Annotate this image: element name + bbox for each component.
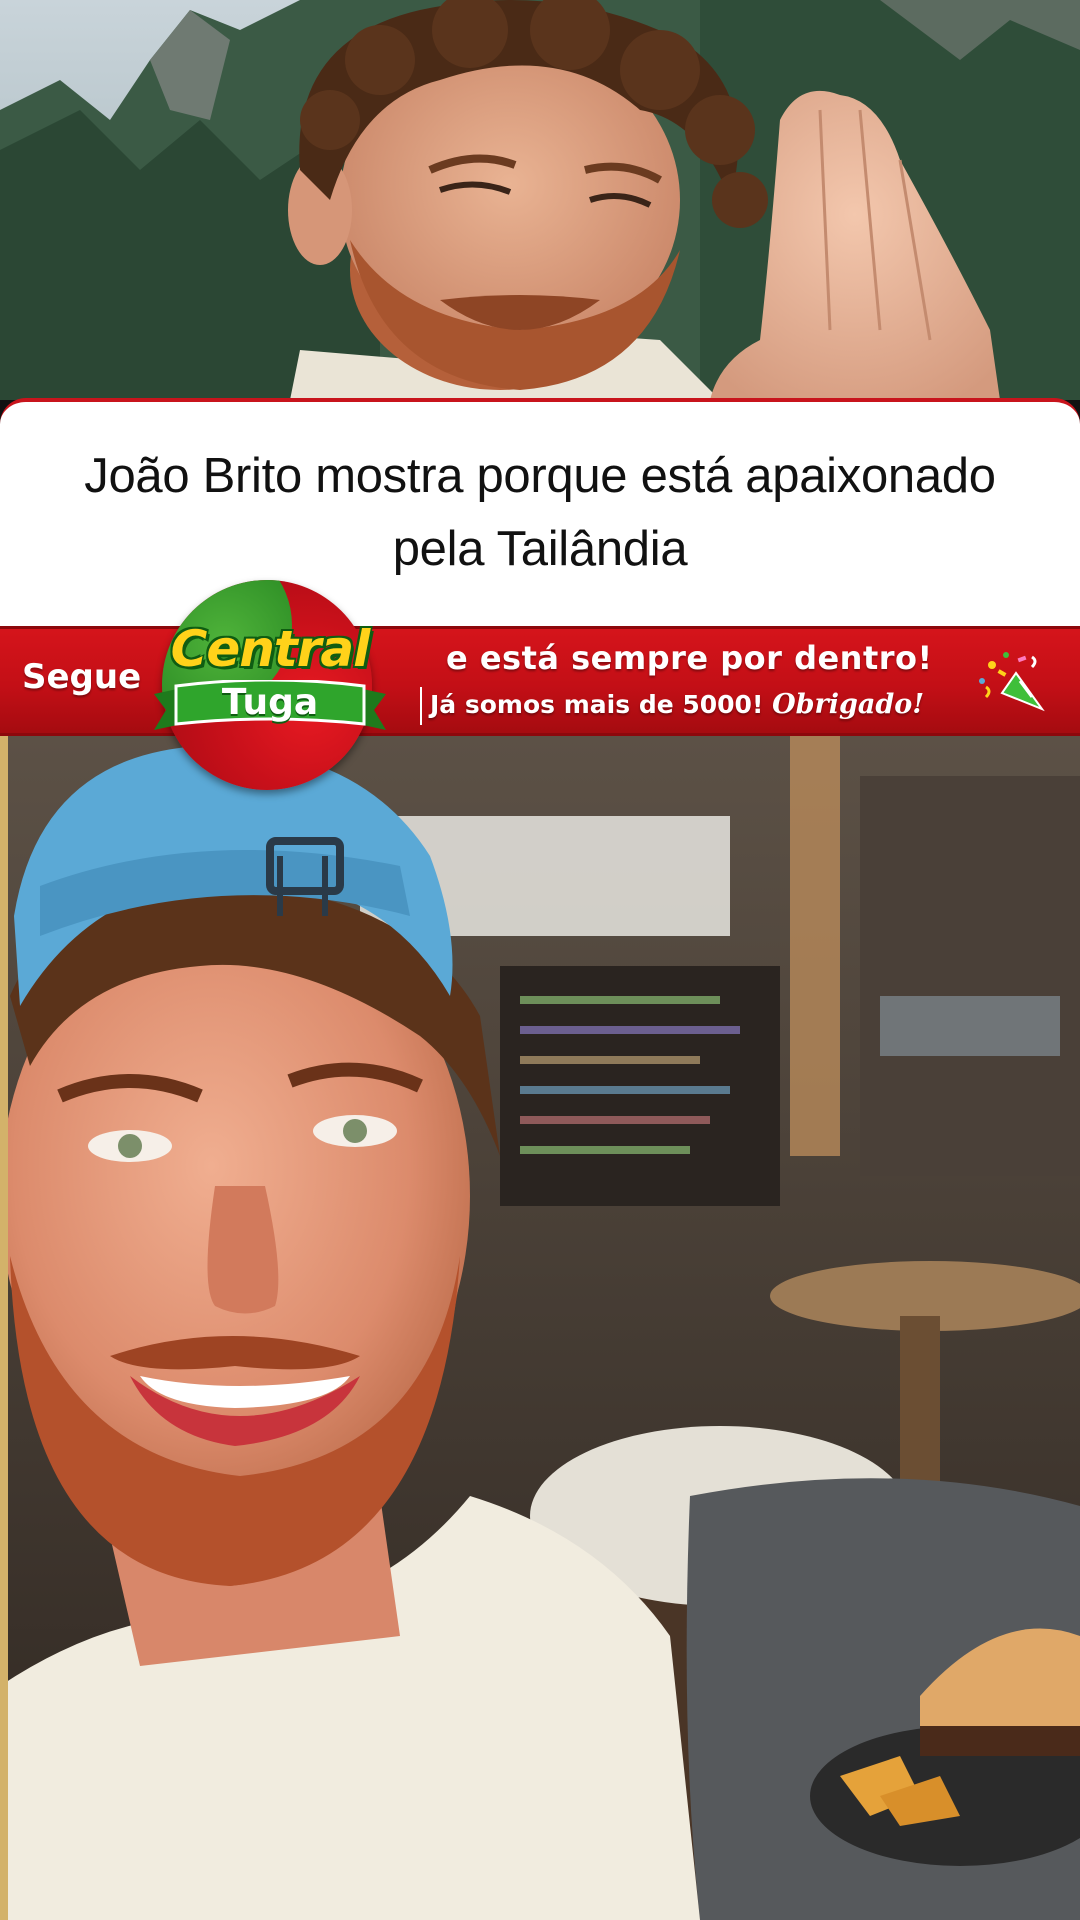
banner-segue-label: Segue: [22, 657, 142, 697]
banner-headline: e está sempre por dentro!: [446, 639, 933, 677]
logo-word-central: Central: [170, 620, 371, 678]
caption-line-2: pela Tailândia: [392, 522, 688, 576]
caption-line-1: João Brito mostra porque está apaixonado: [84, 449, 996, 503]
banner-follower-count: Já somos mais de 5000!: [430, 690, 764, 719]
bottom-photo-illustration: [0, 736, 1080, 1920]
top-photo: [0, 0, 1080, 400]
bottom-photo: [0, 736, 1080, 1920]
banner-thanks: Obrigado!: [772, 689, 925, 720]
story-page: João Brito mostra porque está apaixonado…: [0, 0, 1080, 1920]
photo-frame-edge: [0, 736, 8, 1920]
top-photo-illustration: [0, 0, 1080, 400]
banner-divider: [420, 687, 422, 725]
banner-subline: Já somos mais de 5000! Obrigado!: [430, 689, 924, 720]
party-popper-icon: [979, 652, 1045, 712]
logo-word-tuga: Tuga: [221, 682, 319, 723]
caption-title: João Brito mostra porque está apaixonado…: [30, 440, 1050, 586]
central-tuga-logo: Central Tuga: [152, 578, 388, 798]
